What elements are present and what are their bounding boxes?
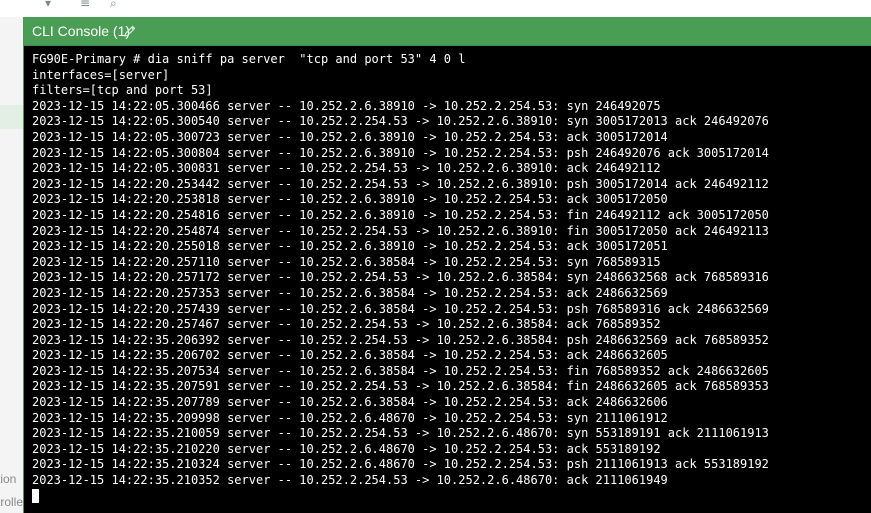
- terminal-output-line: 2023-12-15 14:22:20.253442 server -- 10.…: [32, 176, 769, 191]
- terminal-output-line: 2023-12-15 14:22:20.254816 server -- 10.…: [32, 207, 769, 222]
- terminal-output-line: 2023-12-15 14:22:05.300804 server -- 10.…: [32, 145, 769, 160]
- sidebar-label-fragment: trolle: [0, 495, 24, 509]
- terminal-output-line: 2023-12-15 14:22:35.210324 server -- 10.…: [32, 457, 769, 472]
- terminal-output-line: 2023-12-15 14:22:05.300723 server -- 10.…: [32, 129, 668, 144]
- terminal-output-line: 2023-12-15 14:22:35.210059 server -- 10.…: [32, 426, 769, 441]
- pencil-edit-icon[interactable]: [123, 24, 137, 38]
- terminal-output-line: 2023-12-15 14:22:20.257439 server -- 10.…: [32, 301, 769, 316]
- terminal-output[interactable]: FG90E-Primary # dia sniff pa server "tcp…: [32, 52, 868, 510]
- terminal-output-line: 2023-12-15 14:22:20.257110 server -- 10.…: [32, 254, 661, 269]
- search-icon[interactable]: ⌕: [110, 0, 117, 10]
- terminal-cursor: [32, 488, 39, 503]
- console-title: CLI Console (1): [32, 23, 131, 39]
- terminal-output-line: 2023-12-15 14:22:35.207789 server -- 10.…: [32, 395, 668, 410]
- terminal-output-line: 2023-12-15 14:22:35.210352 server -- 10.…: [32, 473, 668, 488]
- terminal-output-line: 2023-12-15 14:22:35.206702 server -- 10.…: [32, 348, 668, 363]
- terminal-output-line: 2023-12-15 14:22:20.253818 server -- 10.…: [32, 192, 668, 207]
- terminal-output-line: 2023-12-15 14:22:35.207591 server -- 10.…: [32, 379, 769, 394]
- background-sidebar: tion trolle: [0, 17, 23, 513]
- terminal-input-line[interactable]: [32, 488, 868, 505]
- terminal-output-line: 2023-12-15 14:22:20.257467 server -- 10.…: [32, 317, 661, 332]
- sidebar-label-fragment: tion: [0, 472, 17, 486]
- cli-console-window[interactable]: CLI Console (1) FG90E-Primary # dia snif…: [23, 17, 871, 513]
- terminal-output-line: 2023-12-15 14:22:20.254874 server -- 10.…: [32, 223, 769, 238]
- terminal-output-line: 2023-12-15 14:22:35.206392 server -- 10.…: [32, 332, 769, 347]
- terminal-output-line: 2023-12-15 14:22:05.300466 server -- 10.…: [32, 98, 661, 113]
- console-header: CLI Console (1): [24, 17, 871, 46]
- background-top-bar: ▾ ≡ ⌕: [0, 0, 871, 18]
- app-page: ▾ ≡ ⌕ tion trolle CLI Console (1) FG90E-…: [0, 0, 871, 513]
- sidebar-active-item[interactable]: [0, 105, 23, 129]
- dropdown-caret-icon[interactable]: ▾: [45, 0, 51, 10]
- terminal-command-line: FG90E-Primary # dia sniff pa server "tcp…: [32, 52, 466, 66]
- terminal-output-line: 2023-12-15 14:22:20.257353 server -- 10.…: [32, 285, 668, 300]
- terminal-output-line: 2023-12-15 14:22:35.210220 server -- 10.…: [32, 441, 661, 456]
- terminal-output-line: interfaces=[server]: [32, 67, 170, 82]
- terminal-output-line: 2023-12-15 14:22:20.255018 server -- 10.…: [32, 239, 668, 254]
- terminal-output-line: 2023-12-15 14:22:05.300831 server -- 10.…: [32, 161, 661, 176]
- terminal-output-line: 2023-12-15 14:22:20.257172 server -- 10.…: [32, 270, 769, 285]
- terminal-output-line: 2023-12-15 14:22:35.209998 server -- 10.…: [32, 410, 668, 425]
- menu-icon[interactable]: ≡: [80, 0, 90, 10]
- terminal-output-line: 2023-12-15 14:22:05.300540 server -- 10.…: [32, 114, 769, 129]
- terminal-output-line: 2023-12-15 14:22:35.207534 server -- 10.…: [32, 363, 769, 378]
- terminal-output-line: filters=[tcp and port 53]: [32, 83, 213, 98]
